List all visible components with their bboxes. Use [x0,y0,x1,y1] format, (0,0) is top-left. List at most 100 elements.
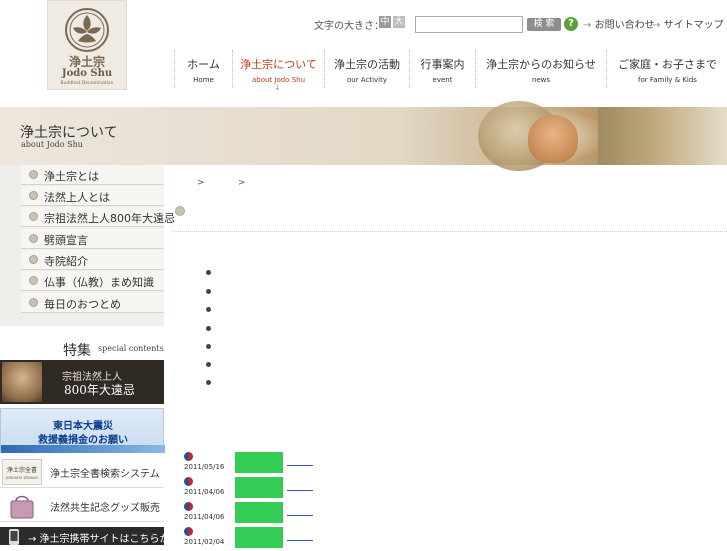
banner-earthquake-donation[interactable]: 東日本大震災 救援義捐金のお願い [0,408,165,453]
sidebar-item-about[interactable]: 浄土宗とは [21,165,164,185]
mobile-site-label: → 浄土宗携帯サイトはこちらから [28,534,180,545]
font-size-medium-button[interactable]: 中 [379,16,391,28]
contact-link-label: お問い合わせ [594,20,655,31]
arrow-icon: → [652,20,661,31]
zensho-thumb: 浄土宗全書 JODOSHU ZENSHO [2,459,42,485]
news-title-link[interactable] [287,490,313,491]
nav-label: ご家庭・お子さまで [618,58,717,71]
search-input[interactable] [415,16,523,33]
news-category-tag [235,477,283,498]
special-contents-subtitle: special contents [98,344,164,353]
nav-label-en: Home [193,76,214,84]
news-item[interactable]: 2011/05/16 [182,452,722,476]
bullet-icon [29,276,38,285]
bullet-icon [29,191,38,200]
banner-portrait-image [528,115,578,163]
news-category-icon [184,452,193,461]
goods-label: 法然共生記念グッズ販売 [50,503,160,514]
banner-800th-anniversary[interactable]: 宗祖法然上人 800年大遠忌 [0,360,164,404]
search-button[interactable]: 検 索 [527,18,561,31]
breadcrumb-separator: > [238,178,246,188]
sidebar-item-declaration[interactable]: 劈頭宣言 [21,229,164,249]
sidebar-item-label: 寺院紹介 [44,255,88,268]
nav-label: 浄土宗からのお知らせ [486,58,596,71]
gift-bag-icon [10,495,34,519]
bullet-icon [29,170,38,179]
site-logo[interactable]: 浄土宗 Jodo Shu Buddhist Denomination [47,0,127,90]
nav-activity[interactable]: 浄土宗の活動 our Activity [324,50,409,88]
sidebar-item-temples[interactable]: 寺院紹介 [21,250,164,270]
sidebar-item-label: 宗祖法然上人800年大遠忌 [44,212,175,225]
sidebar-item-honen[interactable]: 法然上人とは [21,186,164,206]
bullet-icon [29,255,38,264]
news-date: 2011/04/06 [184,513,225,521]
global-nav: ホーム Home 浄土宗について about Jodo Shu 浄土宗の活動 o… [174,50,727,90]
news-date: 2011/05/16 [184,463,225,471]
breadcrumb-separator: > [197,178,205,188]
contact-link[interactable]: → お問い合わせ [583,16,655,31]
crest-icon [65,8,109,52]
bullet-icon [29,234,38,243]
nav-active-arrow-icon: ↓ [274,83,281,92]
list-bullet [206,289,211,294]
font-size-large-button[interactable]: 大 [393,16,405,28]
sidebar-item-label: 毎日のおつとめ [44,298,121,311]
banner-zensho-search[interactable]: 浄土宗全書 JODOSHU ZENSHO 浄土宗全書検索システム [0,457,164,488]
bullet-icon [29,212,38,221]
banner-subtitle: about Jodo Shu [21,140,83,149]
list-bullet [206,270,211,275]
news-category-tag [235,452,283,473]
list-bullet [206,380,211,385]
sidebar-item-label: 法然上人とは [44,191,110,204]
banner-title: 浄土宗について [20,125,118,141]
nav-label-en: our Activity [346,76,387,84]
news-category-tag [235,502,283,523]
special-contents-title: 特集 [63,343,91,359]
list-bullet [206,362,211,367]
news-item[interactable]: 2011/04/06 [182,477,722,501]
banner-800-line2: 800年大遠忌 [64,383,135,397]
quake-line1: 東日本大震災 [53,421,113,432]
news-date: 2011/04/06 [184,488,225,496]
nav-event[interactable]: 行事案内 event [409,50,475,88]
help-icon[interactable]: ? [564,17,578,31]
zensho-thumb-sub: JODOSHU ZENSHO [5,476,39,480]
logo-tagline: Buddhist Denomination [60,81,114,86]
nav-home[interactable]: ホーム Home [174,50,232,88]
zensho-thumb-text: 浄土宗全書 [6,467,37,474]
section-banner: 浄土宗について about Jodo Shu [0,101,727,171]
nav-news[interactable]: 浄土宗からのお知らせ news [475,50,606,88]
list-bullet [206,326,211,331]
banner-goods[interactable]: 法然共生記念グッズ販売 [0,491,164,522]
news-title-link[interactable] [287,465,313,466]
news-title-link[interactable] [287,540,313,541]
nav-family[interactable]: ご家庭・お子さまで for Family & Kids [606,50,727,88]
nav-label: ホーム [187,58,220,71]
news-title-link[interactable] [287,515,313,516]
arrow-icon: → [583,20,592,31]
sidebar-item-800th[interactable]: 宗祖法然上人800年大遠忌 [21,207,175,227]
font-size-label: 文字の大きさ： [314,21,384,32]
bullet-icon [29,298,38,307]
news-category-icon [184,477,193,486]
sitemap-link-label: サイトマップ [663,20,724,31]
sidebar-item-daily[interactable]: 毎日のおつとめ [21,293,164,313]
nav-label: 浄土宗の活動 [334,58,400,71]
page-title-bullet-icon [175,206,185,216]
sidebar-item-label: 劈頭宣言 [44,234,88,247]
sitemap-link[interactable]: → サイトマップ [652,16,724,31]
banner-mobile-site[interactable]: → 浄土宗携帯サイトはこちらから [0,527,180,545]
nav-label: 浄土宗について [240,58,317,71]
phone-icon [9,529,19,545]
honen-portrait-image [2,362,42,402]
title-divider [172,231,727,232]
news-item[interactable]: 2011/04/06 [182,502,722,526]
sidebar-item-label: 浄土宗とは [44,170,99,183]
news-item[interactable]: 2011/02/04 [182,527,722,551]
quake-stripe [1,445,165,453]
list-bullet [206,344,211,349]
sidebar-item-knowledge[interactable]: 仏事（仏教）まめ知識 [21,271,164,291]
nav-label-en: for Family & Kids [638,76,697,84]
news-category-icon [184,527,193,536]
nav-label-en: event [432,76,453,84]
